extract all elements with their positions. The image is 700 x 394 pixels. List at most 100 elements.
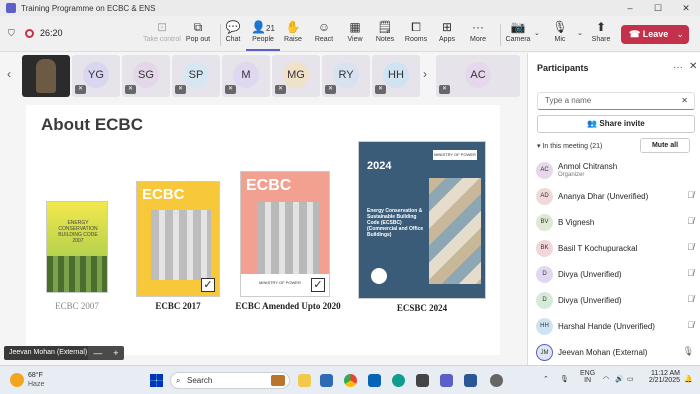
leave-button[interactable]: ☎ Leave ⌄ [621, 25, 689, 44]
teams-taskbar-icon[interactable] [440, 374, 453, 387]
zoom-in-button[interactable]: + [113, 348, 118, 358]
pop-out-button[interactable]: ⧉ Pop out [178, 19, 218, 51]
notification-bell-icon[interactable]: 🔔 [684, 375, 693, 383]
maximize-icon[interactable]: ☐ [644, 0, 672, 16]
react-button[interactable]: ☺ React [307, 19, 341, 51]
book-caption: ECBC Amended Upto 2020 [235, 301, 341, 311]
ministry-label: MINISTRY OF POWER [433, 150, 477, 160]
chevron-left-icon[interactable]: ‹ [7, 67, 11, 81]
participant-name: Ananya Dhar (Unverified) [558, 192, 649, 201]
app-icon[interactable] [416, 374, 429, 387]
mic-off-icon: 🎙 [552, 20, 568, 34]
taskbar-search-input[interactable]: ⌕ Search [170, 372, 290, 389]
rooms-button[interactable]: ⧠ Rooms [399, 19, 433, 51]
participant-row[interactable]: HH Harshal Hande (Unverified) 🎙̸ [536, 315, 696, 337]
notes-button[interactable]: 🗒 Notes [368, 19, 402, 51]
photos-app-icon[interactable] [320, 374, 333, 387]
close-icon[interactable]: ✕ [672, 0, 700, 16]
chevron-right-icon[interactable]: › [423, 67, 427, 81]
avatar: MG [283, 62, 309, 88]
chat-icon: 💬 [225, 20, 241, 34]
participant-tile[interactable]: SP ✕ [172, 55, 220, 97]
participant-row[interactable]: BV B Vignesh 🎙̸ [536, 211, 696, 233]
outlook-icon[interactable] [368, 374, 381, 387]
in-meeting-section-toggle[interactable]: ▾ In this meeting (21) [537, 142, 602, 150]
participant-tile[interactable]: RY ✕ [322, 55, 370, 97]
apps-icon: ⊞ [441, 20, 453, 34]
mic-muted-icon: ✕ [75, 85, 86, 94]
mute-all-button[interactable]: Mute all [640, 138, 690, 153]
smiley-icon: ☺ [317, 20, 331, 34]
participant-tile[interactable]: M ✕ [222, 55, 270, 97]
volume-icon[interactable]: 🔊 [615, 375, 624, 383]
avatar: BK [536, 240, 553, 257]
wifi-icon[interactable]: ◠ [603, 375, 609, 383]
bee-logo-icon [371, 268, 387, 284]
participant-search-input[interactable]: Type a name ✕ [537, 92, 695, 110]
notes-icon: 🗒 [377, 20, 393, 34]
participant-tile[interactable]: HH ✕ [372, 55, 420, 97]
camera-off-icon: 📷 [510, 20, 526, 34]
participant-row[interactable]: AD Ananya Dhar (Unverified) 🎙̸ [536, 185, 696, 207]
shield-icon: ⛉ [8, 28, 15, 38]
avatar: D [536, 292, 553, 309]
close-icon[interactable]: ✕ [689, 61, 697, 72]
participant-row[interactable]: D Divya (Unverified) 🎙̸ [536, 263, 696, 285]
sun-icon [10, 373, 24, 387]
chrome-icon[interactable] [344, 374, 357, 387]
share-button[interactable]: ⬆ Share [585, 19, 617, 51]
apps-button[interactable]: ⊞ Apps [430, 19, 464, 51]
chat-button[interactable]: 💬 Chat [216, 19, 250, 51]
word-icon[interactable] [464, 374, 477, 387]
building-illustration [151, 210, 211, 280]
chevron-down-icon[interactable]: ⌄ [676, 25, 684, 44]
search-highlight-icon [271, 375, 285, 386]
participant-row[interactable]: AC Anmol Chitransh Organizer [536, 159, 696, 181]
avatar: AC [536, 162, 553, 179]
settings-icon[interactable] [490, 374, 503, 387]
book-cover-text: Energy Conservation & Sustainable Buildi… [367, 208, 424, 238]
participant-tile[interactable]: SG ✕ [122, 55, 170, 97]
participant-name: Anmol Chitransh [558, 162, 618, 171]
mic-off-icon: 🎙̸ [687, 190, 694, 200]
people-button[interactable]: 👤21 People [246, 19, 280, 51]
weather-condition: Haze [28, 381, 45, 388]
windows-start-icon[interactable] [150, 374, 163, 387]
language-indicator[interactable]: ENG IN [580, 370, 595, 384]
camera-button[interactable]: 📷 Camera [502, 19, 534, 51]
taskbar-clock[interactable]: 11:12 AM 2/21/2025 [640, 370, 680, 384]
chevron-up-icon[interactable]: ⌃ [543, 375, 549, 383]
more-button[interactable]: ··· More [461, 19, 495, 51]
mic-off-icon: 🎙̸ [687, 242, 694, 252]
file-explorer-icon[interactable] [298, 374, 311, 387]
participant-tile[interactable]: YG ✕ [72, 55, 120, 97]
book-caption: ECBC 2007 [55, 301, 99, 311]
video-tile[interactable] [22, 55, 70, 97]
participant-row[interactable]: D Divya (Unverified) 🎙̸ [536, 289, 696, 311]
mic-chevron-icon[interactable]: ⌄ [577, 29, 583, 37]
more-icon[interactable]: ··· [673, 62, 683, 73]
battery-icon[interactable]: ▭ [627, 375, 634, 383]
mic-tray-icon[interactable]: 🎙 [560, 375, 569, 383]
zoom-out-button[interactable]: — [93, 348, 102, 358]
participant-video [36, 59, 56, 93]
camera-chevron-icon[interactable]: ⌄ [534, 29, 540, 37]
view-button[interactable]: ▦ View [338, 19, 372, 51]
participant-tile[interactable]: MG ✕ [272, 55, 320, 97]
participant-row[interactable]: JM Jeevan Mohan (External) 🎙 [536, 341, 696, 363]
share-invite-icon: 👥 [587, 119, 600, 128]
mic-button[interactable]: 🎙 Mic [544, 19, 576, 51]
building-photos [429, 178, 481, 284]
mic-off-icon: 🎙̸ [687, 320, 694, 330]
avatar: HH [383, 62, 409, 88]
share-invite-button[interactable]: 👥 Share invite [537, 115, 695, 133]
participant-row[interactable]: BK Basil T Kochupurackal 🎙̸ [536, 237, 696, 259]
share-icon: ⬆ [595, 20, 607, 34]
participant-tile[interactable]: AC ✕ [436, 55, 520, 97]
clear-icon[interactable]: ✕ [681, 93, 688, 109]
raise-hand-button[interactable]: ✋ Raise [276, 19, 310, 51]
avatar: RY [333, 62, 359, 88]
edge-icon[interactable] [392, 374, 405, 387]
minimize-icon[interactable]: – [616, 0, 644, 16]
mic-off-icon: 🎙̸ [687, 268, 694, 278]
